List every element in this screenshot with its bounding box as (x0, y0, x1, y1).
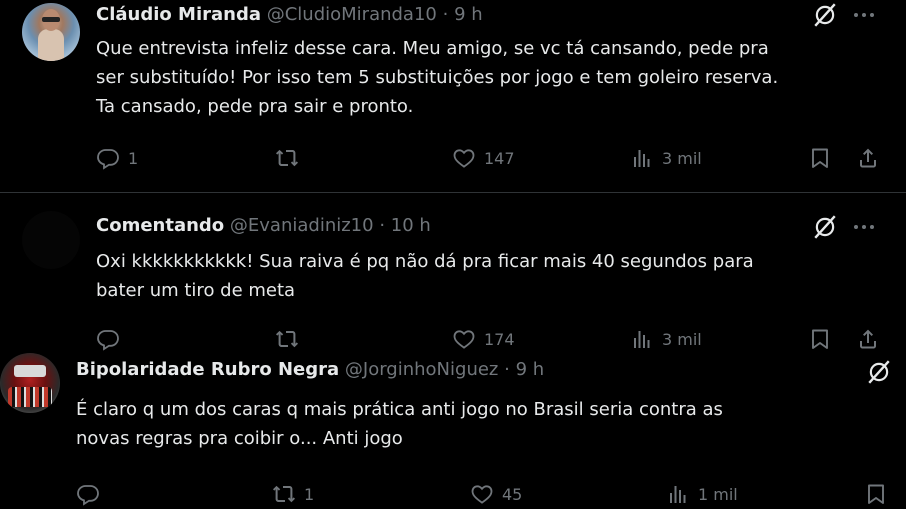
action-bar: 1 147 3 mil (0, 143, 906, 173)
tweet-text-line: Ta cansado, pede pra sair e pronto. (96, 96, 414, 117)
repost-button[interactable] (275, 143, 307, 173)
like-button[interactable]: 45 (470, 479, 522, 509)
like-icon (470, 482, 494, 506)
grok-icon[interactable] (812, 214, 838, 240)
like-button[interactable]: 147 (452, 143, 515, 173)
reply-button[interactable]: 1 (96, 143, 138, 173)
user-handle[interactable]: @JorginhoNiguez (345, 359, 498, 380)
tweet[interactable]: Bipolaridade Rubro Negra @JorginhoNiguez… (0, 345, 906, 509)
avatar-glasses (42, 17, 60, 22)
tweet-text-line: bater um tiro de meta (96, 280, 296, 301)
more-icon[interactable] (852, 223, 876, 231)
display-name[interactable]: Comentando (96, 215, 224, 236)
separator-dot: · (504, 359, 510, 380)
repost-icon (272, 482, 296, 506)
grok-icon[interactable] (812, 2, 838, 28)
tweet[interactable]: Cláudio Miranda @CludioMiranda10 · 9 h Q… (0, 0, 906, 192)
display-name[interactable]: Cláudio Miranda (96, 4, 261, 25)
bookmark-button[interactable] (864, 479, 888, 509)
repost-icon (275, 146, 299, 170)
timestamp[interactable]: 9 h (454, 4, 483, 25)
like-count: 45 (502, 484, 523, 504)
avatar-figure (38, 29, 64, 61)
tweet-text-line: É claro q um dos caras q mais prática an… (76, 399, 723, 420)
share-icon (856, 146, 880, 170)
user-handle[interactable]: @CludioMiranda10 (267, 4, 437, 25)
views-button[interactable]: 1 mil (666, 479, 738, 509)
views-icon (666, 482, 690, 506)
separator-dot: · (442, 4, 449, 25)
views-button[interactable]: 3 mil (630, 143, 702, 173)
views-count: 3 mil (662, 148, 702, 168)
separator-dot: · (379, 215, 386, 236)
reply-button[interactable] (76, 479, 108, 509)
user-handle[interactable]: @Evaniadiniz10 (230, 215, 374, 236)
reply-count: 1 (128, 148, 139, 168)
bookmark-button[interactable] (808, 143, 832, 173)
bookmark-icon (808, 146, 832, 170)
avatar-crowd (8, 387, 52, 407)
tweet-text-line: Que entrevista infeliz desse cara. Meu a… (96, 38, 769, 59)
tweet-header: Comentando @Evaniadiniz10 · 10 h (96, 215, 431, 237)
tweet-text: Oxi kkkkkkkkkkk! Sua raiva é pq não dá p… (96, 247, 754, 305)
reply-icon (96, 146, 120, 170)
tweet[interactable]: Comentando @Evaniadiniz10 · 10 h Oxi kkk… (0, 193, 906, 345)
more-icon[interactable] (852, 11, 876, 19)
share-button[interactable] (856, 143, 880, 173)
tweet-text-line: ser substituído! Por isso tem 5 substitu… (96, 67, 779, 88)
bookmark-icon (864, 482, 888, 506)
tweet-header: Bipolaridade Rubro Negra @JorginhoNiguez… (76, 359, 544, 381)
repost-count: 1 (304, 484, 315, 504)
avatar[interactable] (22, 3, 80, 61)
avatar-banner (14, 365, 46, 377)
tweet-text: Que entrevista infeliz desse cara. Meu a… (96, 34, 778, 121)
timestamp[interactable]: 10 h (391, 215, 431, 236)
views-icon (630, 146, 654, 170)
reply-icon (76, 482, 100, 506)
avatar[interactable] (0, 353, 60, 413)
tweet-header: Cláudio Miranda @CludioMiranda10 · 9 h (96, 4, 483, 26)
action-bar: 1 45 1 mil (0, 479, 906, 509)
grok-icon[interactable] (866, 359, 892, 385)
timestamp[interactable]: 9 h (516, 359, 545, 380)
views-count: 1 mil (698, 484, 738, 504)
tweet-text-line: novas regras pra coibir o... Anti jogo (76, 428, 403, 449)
display-name[interactable]: Bipolaridade Rubro Negra (76, 359, 339, 380)
repost-button[interactable]: 1 (272, 479, 314, 509)
tweet-text-line: Oxi kkkkkkkkkkk! Sua raiva é pq não dá p… (96, 251, 754, 272)
avatar[interactable] (22, 211, 80, 269)
tweet-text: É claro q um dos caras q mais prática an… (76, 395, 723, 453)
like-icon (452, 146, 476, 170)
like-count: 147 (484, 148, 515, 168)
